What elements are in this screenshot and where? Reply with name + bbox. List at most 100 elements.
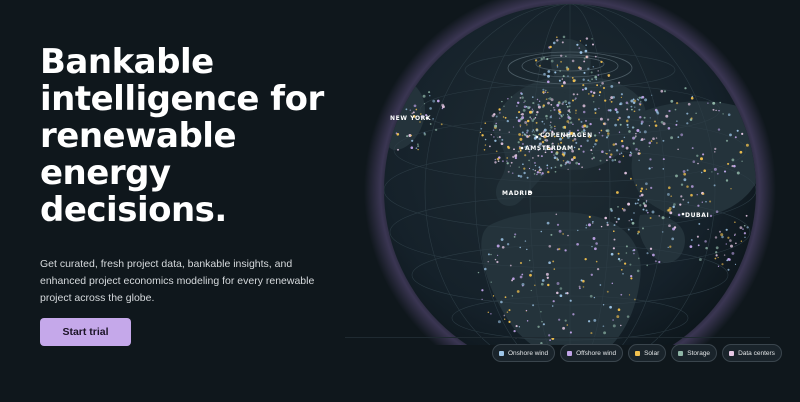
- project-dot: [606, 129, 610, 133]
- project-dot: [604, 99, 607, 102]
- project-dot: [600, 60, 603, 64]
- project-dot: [589, 122, 592, 126]
- project-dot: [611, 282, 614, 285]
- project-dot: [612, 319, 614, 321]
- project-dot: [690, 96, 694, 100]
- project-dot: [624, 262, 627, 265]
- project-dot: [592, 237, 596, 240]
- project-dot: [493, 136, 495, 138]
- project-dot: [641, 227, 645, 230]
- project-dot: [521, 134, 524, 137]
- project-dot: [529, 273, 532, 277]
- legend-item-onshore-wind[interactable]: Onshore wind: [492, 344, 556, 362]
- project-dot: [528, 259, 531, 262]
- project-dot: [629, 263, 632, 266]
- project-dot: [593, 134, 597, 137]
- globe-map[interactable]: NEW YORK COPENHAGEN AMSTERDAM MADRID DUB…: [340, 0, 800, 345]
- project-dot: [539, 171, 541, 174]
- project-dot: [549, 339, 551, 341]
- legend-item-storage[interactable]: Storage: [671, 344, 718, 362]
- globe-svg[interactable]: NEW YORK COPENHAGEN AMSTERDAM MADRID DUB…: [340, 0, 800, 345]
- project-dot: [722, 113, 724, 115]
- project-dot: [721, 263, 724, 266]
- legend-swatch: [499, 350, 504, 356]
- project-dot: [731, 158, 735, 162]
- project-dot: [490, 281, 492, 283]
- project-dot: [602, 325, 605, 328]
- project-dot: [581, 166, 583, 168]
- project-dot: [631, 108, 633, 111]
- project-dot: [397, 148, 399, 151]
- project-dot: [521, 116, 525, 120]
- project-dot: [592, 43, 594, 46]
- legend-item-data-centers[interactable]: Data centers: [722, 344, 782, 362]
- project-dot: [642, 208, 645, 211]
- hero-title-line: intelligence for: [40, 79, 324, 119]
- project-dot: [564, 319, 567, 322]
- project-dot: [616, 191, 619, 194]
- legend-item-offshore-wind[interactable]: Offshore wind: [560, 344, 624, 362]
- project-dot: [633, 252, 635, 255]
- project-dot: [627, 202, 631, 206]
- hero-title-line: Bankable: [40, 42, 214, 82]
- project-dot: [592, 91, 596, 95]
- project-dot: [432, 99, 436, 103]
- project-dot: [619, 102, 623, 106]
- project-dot: [521, 96, 524, 99]
- legend-label: Onshore wind: [508, 349, 549, 357]
- project-dot: [511, 172, 514, 174]
- project-dot: [576, 43, 579, 46]
- project-dot: [677, 213, 681, 217]
- project-dot: [607, 118, 610, 121]
- project-dot: [734, 221, 736, 223]
- project-dot: [609, 109, 612, 112]
- project-dot: [492, 295, 495, 297]
- project-dot: [526, 124, 528, 126]
- project-dot: [549, 45, 552, 49]
- project-dot: [545, 272, 549, 276]
- project-dot: [489, 145, 491, 148]
- project-dot: [423, 103, 426, 105]
- project-dot: [610, 153, 613, 156]
- project-dot: [570, 121, 573, 124]
- project-dot: [711, 171, 713, 173]
- project-dot: [606, 159, 608, 162]
- project-dot: [715, 246, 719, 250]
- project-dot: [573, 146, 576, 149]
- project-dot: [673, 226, 677, 229]
- project-dot: [543, 123, 545, 125]
- project-dot: [429, 95, 431, 97]
- project-dot: [558, 318, 561, 321]
- project-dot: [676, 120, 678, 122]
- project-dot: [528, 167, 531, 170]
- project-dot: [429, 107, 432, 110]
- project-dot: [526, 131, 528, 134]
- project-dot: [413, 104, 417, 108]
- project-dot: [596, 267, 600, 271]
- project-dot: [412, 111, 415, 114]
- start-trial-button[interactable]: Start trial: [40, 318, 131, 346]
- project-dot: [575, 112, 577, 114]
- project-dot: [559, 69, 562, 72]
- project-dot: [506, 157, 509, 159]
- project-dot: [729, 133, 732, 137]
- project-dot: [490, 312, 492, 315]
- project-dot: [639, 190, 642, 193]
- project-dot: [641, 95, 645, 99]
- project-dot: [547, 70, 551, 73]
- project-dot: [518, 326, 521, 328]
- project-dot: [690, 117, 693, 120]
- project-dot: [734, 263, 737, 266]
- legend-item-solar[interactable]: Solar: [628, 344, 667, 362]
- project-dot: [675, 101, 679, 105]
- legend-swatch: [678, 350, 684, 356]
- project-dot: [562, 81, 566, 85]
- project-dot: [543, 72, 546, 76]
- project-dot: [746, 226, 749, 229]
- project-dot: [566, 324, 569, 326]
- project-dot: [495, 150, 498, 153]
- project-dot: [600, 225, 603, 228]
- project-dot: [544, 91, 547, 93]
- project-dot: [592, 66, 594, 68]
- legend-swatch: [635, 350, 641, 356]
